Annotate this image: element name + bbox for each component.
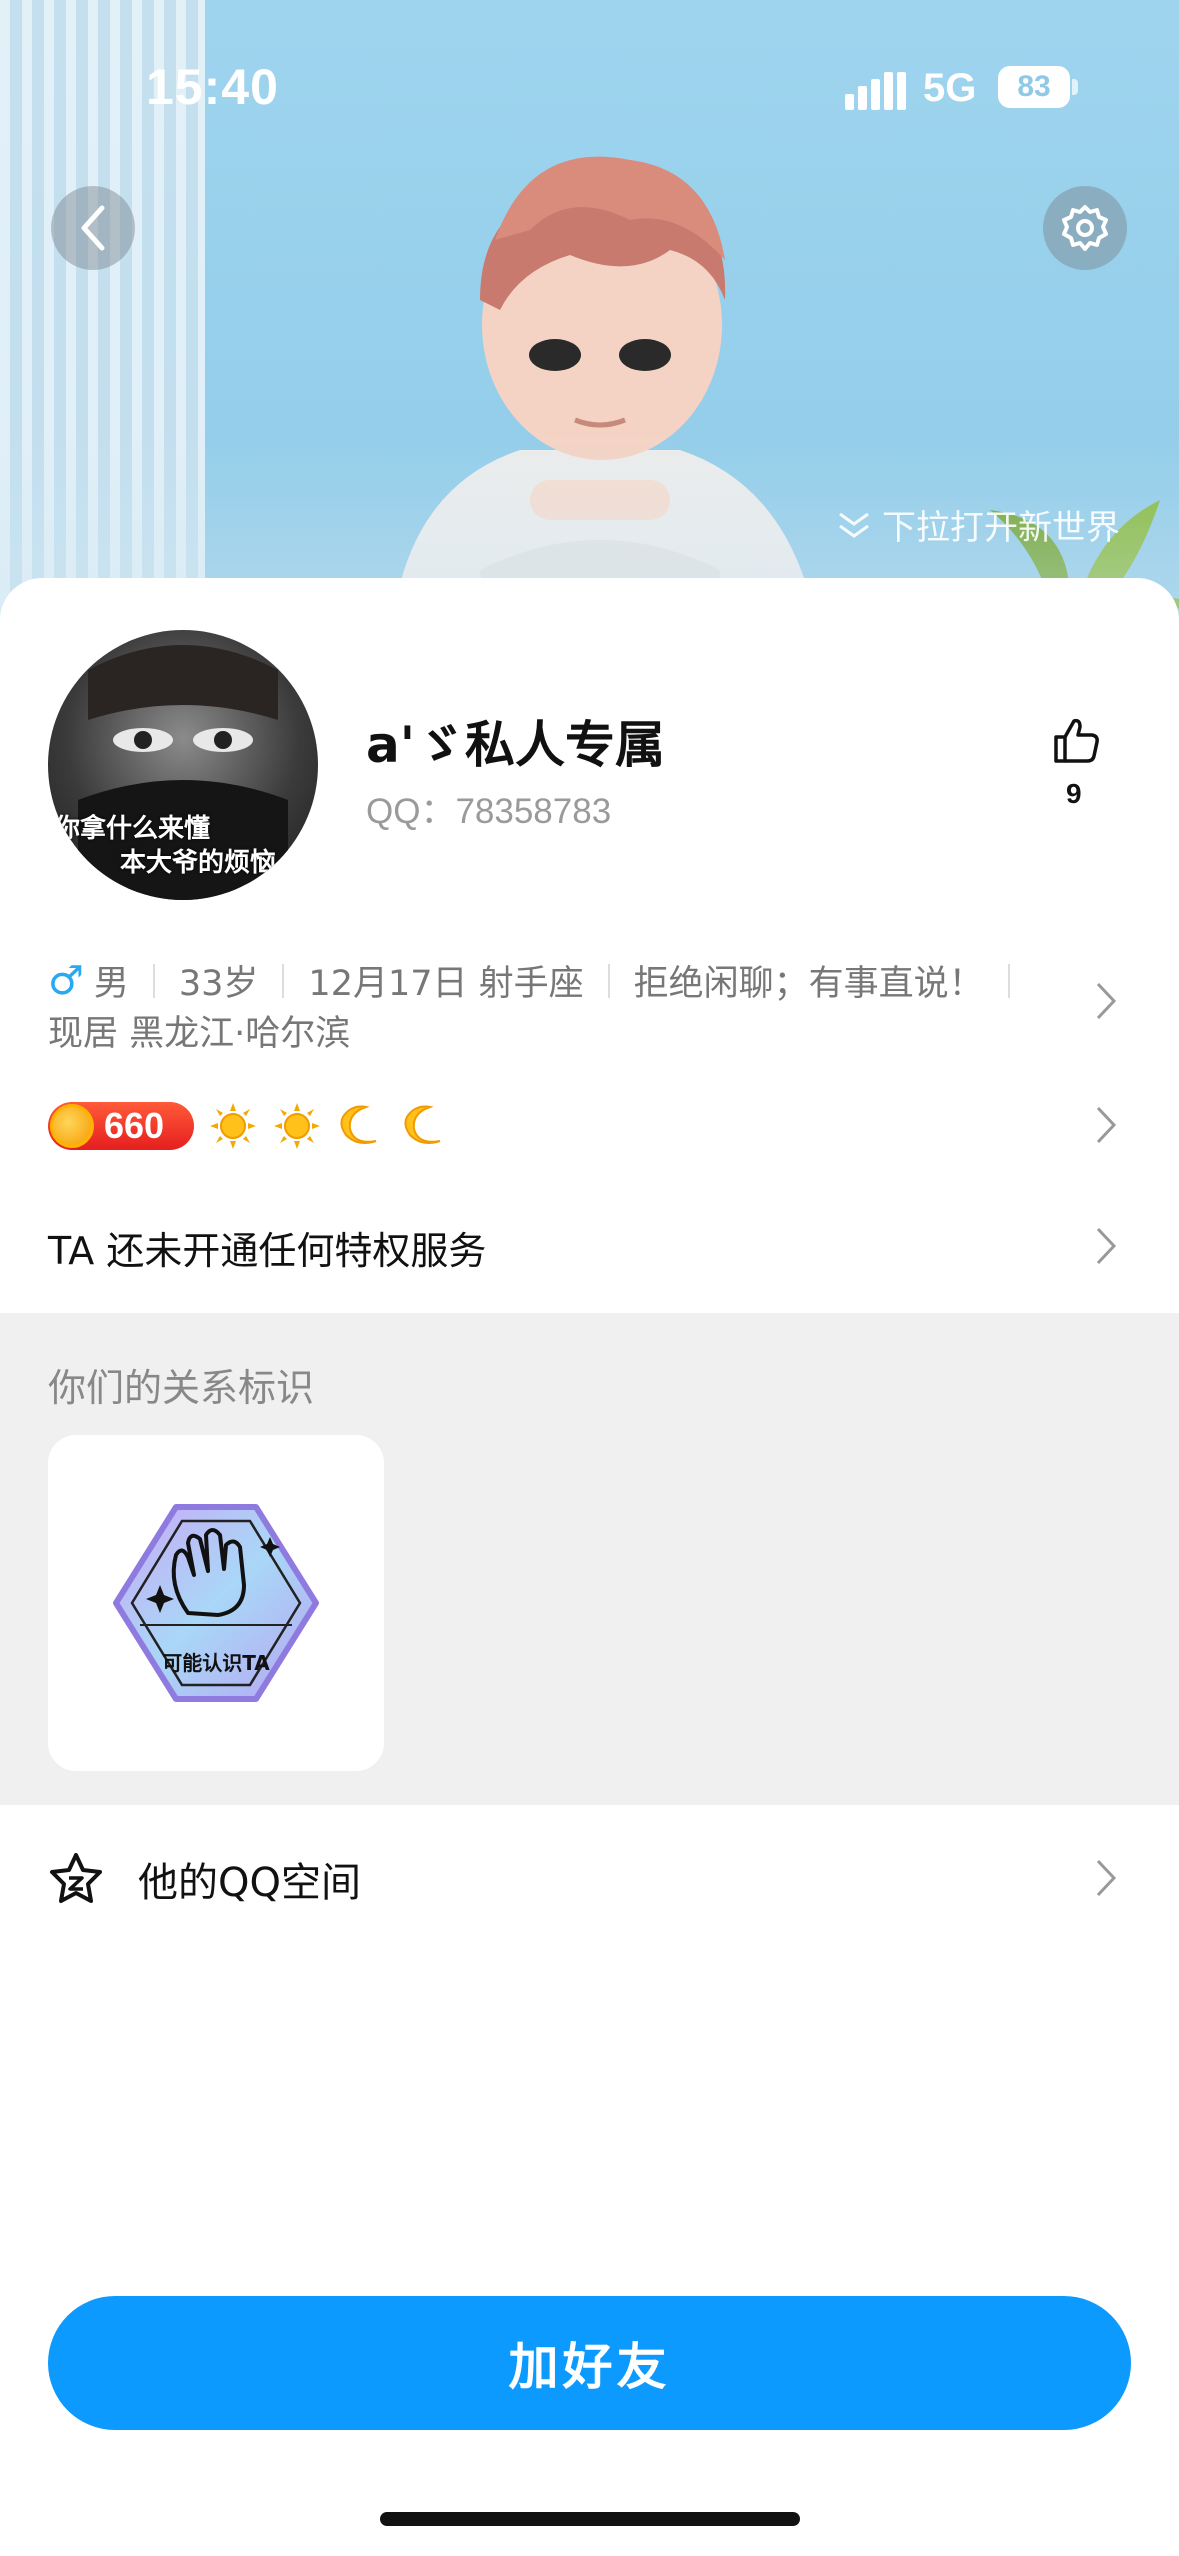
- qzone-label: 他的QQ空间: [138, 1860, 361, 1906]
- level-score: 660: [104, 1105, 165, 1146]
- pull-down-hint[interactable]: 下拉打开新世界: [836, 500, 1120, 549]
- age: 33岁: [178, 964, 259, 1004]
- relation-title: 你们的关系标识: [48, 1366, 315, 1410]
- signature: 拒绝闲聊；有事直说！: [633, 964, 984, 1004]
- qq-number: QQ：78358783: [366, 792, 612, 831]
- avatar-caption-2: 本大爷的烦恼: [120, 848, 277, 878]
- home-indicator[interactable]: [380, 2512, 800, 2526]
- chevron-right-icon[interactable]: [1094, 1104, 1118, 1146]
- thumbs-up-icon[interactable]: [1052, 715, 1100, 765]
- divider: [282, 963, 285, 998]
- coin-icon: [50, 1104, 94, 1148]
- male-icon: ♂: [48, 957, 84, 1004]
- settings-button[interactable]: [1043, 186, 1127, 270]
- pull-hint-label: 下拉打开新世界: [882, 508, 1120, 548]
- info-row[interactable]: ♂ 男 33岁 12月17日 射手座 拒绝闲聊；有事直说！: [48, 955, 1034, 1006]
- birthday: 12月17日 射手座: [308, 964, 584, 1004]
- gender: 男: [93, 964, 129, 1004]
- like-count: 9: [1066, 778, 1082, 809]
- back-button[interactable]: [51, 186, 135, 270]
- wave-hand-badge-icon: [113, 1504, 319, 1702]
- location: 现居 黑龙江·哈尔滨: [48, 1014, 351, 1054]
- signal-icon: [845, 72, 906, 110]
- status-time: 15:40: [146, 59, 279, 115]
- network-type: 5G: [923, 66, 977, 110]
- gear-icon: [1062, 205, 1108, 251]
- privilege-row[interactable]: TA 还未开通任何特权服务: [48, 1220, 486, 1275]
- avatar-caption-1: 你拿什么来懂: [54, 814, 211, 844]
- moon-icon: [404, 1105, 441, 1144]
- chevron-left-icon: [81, 205, 105, 251]
- divider: [152, 963, 155, 998]
- chevron-right-icon[interactable]: [1094, 1857, 1118, 1899]
- chevron-right-icon[interactable]: [1094, 980, 1118, 1022]
- relation-badge-card[interactable]: 可能认识TA: [48, 1435, 384, 1771]
- chevron-right-icon[interactable]: [1094, 1225, 1118, 1267]
- divider: [607, 963, 610, 998]
- battery-level: 83: [998, 66, 1070, 108]
- relation-badge-label: 可能认识TA: [162, 1651, 270, 1675]
- qq-level-row[interactable]: 660: [48, 1098, 450, 1154]
- qzone-star-icon: [50, 1853, 102, 1903]
- nickname: a'ゞ私人专属: [366, 716, 666, 774]
- divider: [1007, 963, 1010, 998]
- profile-cover[interactable]: 15:40 5G 83 下拉打开新世界: [0, 0, 1179, 640]
- qzone-row[interactable]: 他的QQ空间: [48, 1850, 361, 1908]
- location-row: 现居 黑龙江·哈尔滨: [48, 1005, 350, 1056]
- sun-icon: [274, 1103, 320, 1149]
- level-score-badge: 660: [48, 1102, 194, 1150]
- add-friend-button[interactable]: 加好友: [48, 2296, 1131, 2430]
- double-chevron-down-icon: [839, 512, 869, 538]
- sun-icon: [210, 1103, 256, 1149]
- moon-icon: [340, 1105, 377, 1144]
- avatar[interactable]: 你拿什么来懂 本大爷的烦恼: [48, 630, 318, 900]
- battery-cap: [1072, 79, 1078, 95]
